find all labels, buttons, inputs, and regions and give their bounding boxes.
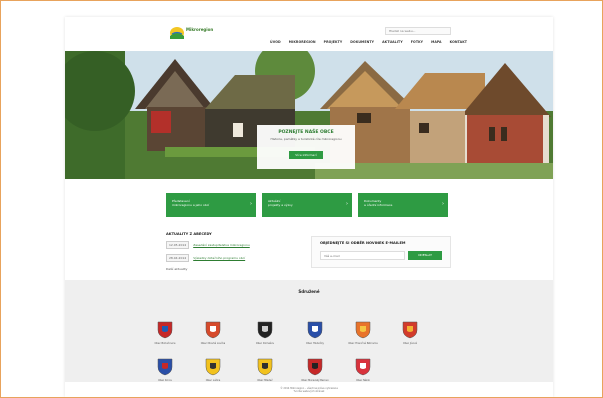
tile-line2: mikroregionu a jeho obcí: [172, 203, 210, 208]
footer-credit[interactable]: Tvorba webových stránek: [65, 390, 553, 393]
town-crest-item[interactable]: Obec Mladeč: [245, 358, 285, 382]
newsletter-submit-button[interactable]: ODESLAT: [408, 251, 442, 260]
town-name: Obec Domašov: [255, 342, 275, 345]
coat-of-arms-icon: [157, 321, 173, 339]
news-heading: AKTUALITY Z ABECEDY: [166, 232, 212, 236]
tile-presentation[interactable]: Představení mikroregionu a jeho obcí ›: [166, 193, 256, 217]
town-crest-item[interactable]: Obec Domašov: [245, 321, 285, 345]
nav-item-news[interactable]: AKTUALITY: [382, 40, 403, 44]
chevron-right-icon: ›: [346, 201, 348, 207]
town-name: Obec Hraničné Petrovice: [348, 342, 378, 345]
chevron-right-icon: ›: [442, 201, 444, 207]
town-name: Obec Lužice: [205, 379, 221, 382]
town-crest-item[interactable]: Obec Hraničné Petrovice: [343, 321, 383, 345]
footer: © 2014 Mikroregion – všechna práva vyhra…: [65, 387, 553, 394]
coat-of-arms-icon: [402, 321, 418, 339]
web-page: Mikroregion ÚVOD MIKROREGION PROJEKTY DO…: [65, 17, 553, 397]
town-name: Obec Jívová: [402, 342, 418, 345]
coat-of-arms-icon: [257, 358, 273, 376]
town-crest-item[interactable]: Obec Moravský Beroun: [295, 358, 335, 382]
newsletter-box: OBJEDNEJTE SI ODBĚR NOVINEK E-MAILEM ODE…: [311, 236, 451, 268]
coat-of-arms-icon: [257, 321, 273, 339]
town-name: Obec Bohuňovice: [154, 342, 176, 345]
hero-banner: POZNEJTE NAŠE OBCE Historie, památky a t…: [65, 51, 553, 179]
nav-item-projects[interactable]: PROJEKTY: [324, 40, 343, 44]
town-name: Obec Krnov: [158, 379, 172, 382]
coat-of-arms-icon: [307, 358, 323, 376]
quick-links: Představení mikroregionu a jeho obcí › A…: [166, 193, 448, 217]
town-crest-item[interactable]: Obec Bohuňovice: [145, 321, 185, 345]
coat-of-arms-icon: [157, 358, 173, 376]
hero-subtitle: Historie, památky a turistické cíle mikr…: [270, 137, 342, 141]
news-section: AKTUALITY Z ABECEDY 12.05.2014 Zasedání …: [166, 232, 306, 271]
town-name: Obec Náklo: [356, 379, 370, 382]
coat-of-arms-icon: [205, 321, 221, 339]
town-name: Obec Mladeč: [257, 379, 273, 382]
nav-item-home[interactable]: ÚVOD: [270, 40, 281, 44]
coat-of-arms-icon: [307, 321, 323, 339]
nav-item-map[interactable]: MAPA: [431, 40, 442, 44]
nav-item-contact[interactable]: KONTAKT: [450, 40, 467, 44]
tile-projects[interactable]: Aktuální projekty a výzvy ›: [262, 193, 352, 217]
news-more-link[interactable]: Další aktuality: [166, 267, 306, 271]
town-crest-item[interactable]: Obec Hlubočky: [295, 321, 335, 345]
nav-item-documents[interactable]: DOKUMENTY: [350, 40, 374, 44]
newsletter-heading: OBJEDNEJTE SI ODBĚR NOVINEK E-MAILEM: [320, 241, 406, 245]
tile-line2: projekty a výzvy: [268, 203, 293, 208]
main-nav: ÚVOD MIKROREGION PROJEKTY DOKUMENTY AKTU…: [270, 40, 467, 44]
nav-item-photos[interactable]: FOTKY: [411, 40, 423, 44]
news-link[interactable]: Výsledky dotačního programu obcí: [193, 256, 245, 260]
news-date: 28.04.2014: [166, 254, 190, 262]
town-crest-item[interactable]: Obec Krnov: [145, 358, 185, 382]
coat-of-arms-icon: [355, 321, 371, 339]
news-date: 12.05.2014: [166, 241, 190, 249]
coat-of-arms-icon: [205, 358, 221, 376]
chevron-right-icon: ›: [250, 201, 252, 207]
news-item: 12.05.2014 Zasedání zastupitelstva mikro…: [166, 241, 306, 249]
town-crest-item[interactable]: Obec Lužice: [193, 358, 233, 382]
news-link[interactable]: Zasedání zastupitelstva mikroregionu: [193, 243, 250, 247]
logo-text: Mikroregion: [186, 27, 214, 32]
town-name: Obec Hlubočky: [306, 342, 324, 345]
news-item: 28.04.2014 Výsledky dotačního programu o…: [166, 254, 306, 262]
towns-heading: Sdružené: [298, 289, 320, 294]
search-input[interactable]: [385, 27, 451, 35]
town-name: Obec Dlouhá Loučka: [200, 342, 226, 345]
town-name: Obec Moravský Beroun: [301, 379, 329, 382]
coat-of-arms-icon: [355, 358, 371, 376]
screenshot-frame: Mikroregion ÚVOD MIKROREGION PROJEKTY DO…: [0, 0, 603, 398]
tile-line2: a úřední informace: [364, 203, 393, 208]
town-crest-item[interactable]: Obec Dlouhá Loučka: [193, 321, 233, 345]
town-crest-item[interactable]: Obec Náklo: [343, 358, 383, 382]
nav-item-microregion[interactable]: MIKROREGION: [289, 40, 316, 44]
newsletter-email-input[interactable]: [320, 251, 405, 260]
town-crest-item[interactable]: Obec Jívová: [390, 321, 430, 345]
member-towns-section: Sdružené Obec Bohuňovice Obec Dlouhá Louč…: [65, 280, 553, 382]
tile-documents[interactable]: Dokumenty a úřední informace ›: [358, 193, 448, 217]
hero-overlay-box: POZNEJTE NAŠE OBCE Historie, památky a t…: [257, 125, 355, 169]
hero-more-button[interactable]: Více informací: [289, 151, 323, 159]
hero-title: POZNEJTE NAŠE OBCE: [278, 130, 334, 135]
